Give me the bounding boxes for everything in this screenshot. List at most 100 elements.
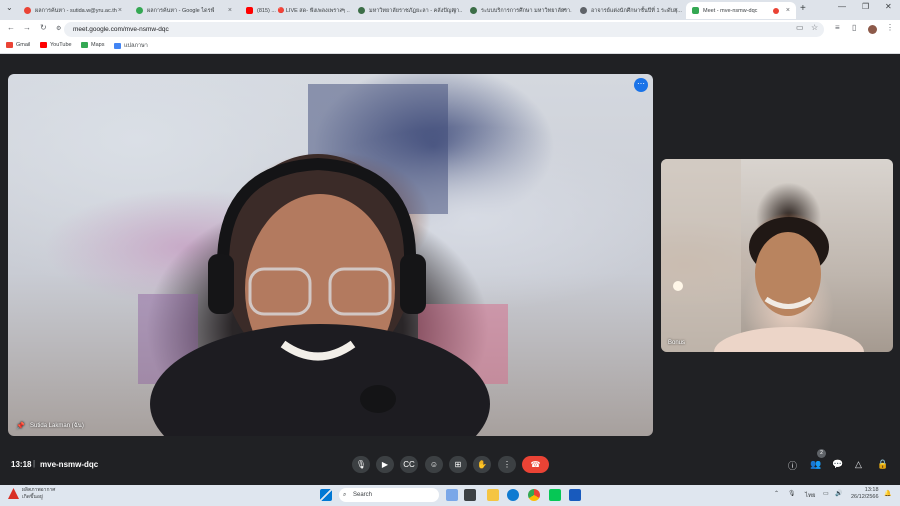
weather-line2: เกิดขึ้นอยู่ [22,494,43,500]
tab-yru-repository[interactable]: มหาวิทยาลัยราชภัฏยะลา - คลังปัญญา... × [352,2,462,19]
site-info-icon[interactable]: ⚙ [56,25,61,32]
line-icon[interactable] [549,489,561,501]
close-tab-icon[interactable]: × [228,7,232,14]
copilot-icon[interactable] [446,489,458,501]
meeting-clock: 13:18 [11,460,32,469]
tab-meet[interactable]: Meet - mve-nsmw-dqc × [686,2,796,19]
url-input[interactable]: meet.google.com/mve-nsmw-dqc [64,22,824,37]
volume-icon[interactable]: 🔊 [835,490,842,497]
tab-title: Meet - mve-nsmw-dqc [703,7,758,14]
meet-icon [692,7,699,14]
minimize-icon[interactable]: — [838,2,846,11]
extensions-icon[interactable]: ≡ [835,23,840,32]
more-options-button[interactable]: ⋯ [634,78,648,92]
close-window-icon[interactable]: ✕ [885,2,892,11]
search-icon: ⌕ [343,492,347,498]
task-view-icon[interactable] [464,489,476,501]
weather-widget[interactable]: ผลิตภาพอากาศ เกิดขึ้นอยู่ [22,487,55,501]
tray-overflow-icon[interactable]: ⌃ [774,490,779,497]
meeting-info-icon[interactable]: ⓘ [788,459,797,472]
host-controls-icon[interactable]: 🔒 [877,459,888,470]
menu-kebab-icon[interactable]: ⋮ [886,23,894,32]
close-tab-icon[interactable]: × [786,7,790,14]
main-participant-name: Sutida Lakman (ฉัน) [30,423,84,429]
tab-search-icon[interactable]: ⌄ [6,3,13,12]
search-placeholder: Search [353,492,373,498]
file-explorer-icon[interactable] [487,489,499,501]
side-participant-video[interactable]: Bonus [661,159,893,352]
tab-title: (815) ... 🔴 LIVE สด- ฟังเพลงเพราะๆ ... [257,7,350,14]
reload-icon[interactable]: ↻ [40,23,47,32]
main-participant-video[interactable]: 📌 Sutida Lakman (ฉัน) [8,74,653,436]
emoji-icon: ☺ [429,460,439,469]
close-tab-icon[interactable]: × [118,7,122,14]
close-tab-icon[interactable]: × [452,7,456,14]
close-tab-icon[interactable]: × [562,7,566,14]
camera-indicator-icon[interactable]: ▭ [796,23,804,32]
clock-time: 13:18 [864,487,879,493]
captions-button[interactable]: CC [400,456,418,473]
tab-title: ระบบบริการการศึกษา มหาวิทยาลัยรา... [481,7,572,14]
windows-start-icon[interactable] [320,489,332,501]
people-icon[interactable]: 👥 [810,459,821,470]
chrome-icon[interactable] [528,489,540,501]
hand-icon: ✋ [477,460,487,469]
pin-icon[interactable]: 📌 [16,422,25,430]
side-participant-name: Bonus [668,340,686,346]
captions-icon: CC [403,460,415,469]
forward-icon[interactable]: → [23,23,31,32]
meeting-separator: | [33,459,36,468]
profile-avatar[interactable] [868,25,877,34]
bookmark-youtube[interactable]: YouTube [40,42,72,48]
clock-date: 26/12/2566 [851,494,879,500]
reactions-button[interactable]: ☺ [425,456,443,473]
gmail-icon [6,42,13,48]
taskbar-clock[interactable]: 13:18 26/12/2566 [851,487,879,501]
close-tab-icon[interactable]: × [340,7,344,14]
kebab-icon: ⋮ [503,460,511,469]
mic-icon: 🎙 [355,460,367,469]
tab-title: มหาวิทยาลัยราชภัฏยะลา - คลังปัญญา... [369,7,462,14]
taskbar-search[interactable]: ⌕ Search [339,488,439,502]
tab-youtube[interactable]: (815) ... 🔴 LIVE สด- ฟังเพลงเพราะๆ ... × [240,2,350,19]
url-text: meet.google.com/mve-nsmw-dqc [73,26,169,33]
close-tab-icon[interactable]: × [674,7,678,14]
maximize-icon[interactable]: ❐ [862,2,869,11]
tab-education-service[interactable]: ระบบบริการการศึกษา มหาวิทยาลัยรา... × [464,2,572,19]
present-screen-button[interactable]: ⊞ [449,456,467,473]
notifications-icon[interactable]: 🔔 [884,490,891,497]
bookmark-label: YouTube [50,42,72,48]
edge-icon[interactable] [507,489,519,501]
chat-icon[interactable]: 💬 [832,459,843,470]
camera-button[interactable]: ▶ [376,456,394,473]
side-panel-icon[interactable]: ▯ [852,23,856,32]
word-icon[interactable] [569,489,581,501]
globe-icon [580,7,587,14]
tab-gmail[interactable]: ผลการค้นหา - sutida.w@yru.ac.th × [18,2,128,19]
bookmark-maps[interactable]: Maps [81,42,104,48]
activities-icon[interactable]: △ [855,459,862,470]
bookmark-gmail[interactable]: Gmail [6,42,30,48]
raise-hand-button[interactable]: ✋ [473,456,491,473]
tab-title: ผลการค้นหา - sutida.w@yru.ac.th [35,7,117,14]
more-actions-button[interactable]: ⋮ [498,456,516,473]
input-language[interactable]: ไทย [805,490,816,500]
drive-icon [136,7,143,14]
back-icon[interactable]: ← [7,23,15,32]
meeting-code: mve-nsmw-dqc [40,460,99,469]
bookmark-translate[interactable]: แปลภาษา [114,42,148,50]
bookmark-star-icon[interactable]: ☆ [811,23,818,32]
gmail-icon [24,7,31,14]
youtube-icon [246,7,253,14]
mic-tray-icon[interactable]: 🎙 [788,490,796,497]
microphone-button[interactable]: 🎙 [352,456,370,473]
network-icon[interactable]: ▭ [823,490,829,497]
yru-icon [470,7,477,14]
tab-drive[interactable]: ผลการค้นหา - Google ไดรฟ์ × [130,2,238,19]
maps-icon [81,42,88,48]
weather-line1: ผลิตภาพอากาศ [22,487,56,493]
bookmark-label: Gmail [16,42,31,48]
tab-advisor[interactable]: อาจารย์แต่งนักศึกษาชั้นปีที่ 1 ระดับอุ..… [574,2,684,19]
new-tab-icon[interactable]: + [800,3,806,14]
leave-call-button[interactable]: ☎ [522,456,549,473]
